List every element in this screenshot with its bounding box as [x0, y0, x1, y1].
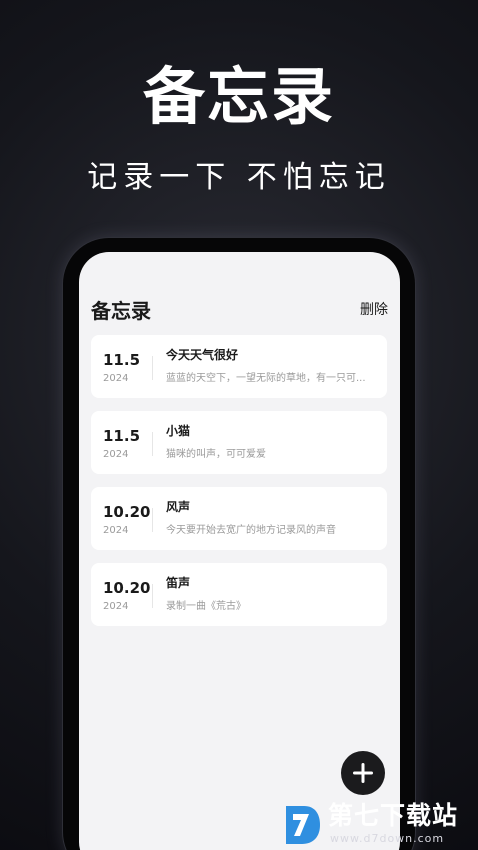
memo-divider	[152, 508, 153, 532]
memo-date: 10.20 2024	[103, 503, 155, 537]
memo-year: 2024	[103, 449, 129, 460]
app-header: 备忘录 删除	[91, 296, 388, 323]
memo-body: 今天天气很好 蓝蓝的天空下，一望无际的草地，有一只可...	[166, 347, 380, 385]
memo-day: 10.20	[103, 579, 151, 597]
memo-card[interactable]: 10.20 2024 笛声 录制一曲《荒古》	[91, 563, 387, 626]
promo-subtitle: 记录一下 不怕忘记	[87, 160, 391, 195]
memo-card[interactable]: 11.5 2024 小猫 猫咪的叫声，可可爱爱	[91, 411, 387, 474]
memo-preview: 今天要开始去宽广的地方记录风的声音	[166, 525, 336, 536]
d7-logo-icon	[286, 806, 320, 844]
memo-year: 2024	[103, 525, 129, 536]
delete-button[interactable]: 删除	[360, 299, 388, 319]
memo-year: 2024	[103, 601, 129, 612]
memo-divider	[152, 432, 153, 456]
memo-title: 小猫	[166, 424, 191, 438]
memo-list: 11.5 2024 今天天气很好 蓝蓝的天空下，一望无际的草地，有一只可... …	[91, 335, 387, 639]
promo-page: 备忘录 记录一下 不怕忘记 备忘录 删除 11.5 2024 今天天气很好 蓝蓝…	[0, 0, 478, 850]
memo-year: 2024	[103, 373, 129, 384]
add-memo-button[interactable]	[341, 751, 385, 795]
memo-title: 笛声	[166, 576, 191, 590]
plus-icon	[353, 763, 373, 783]
memo-day: 11.5	[103, 427, 141, 445]
memo-divider	[152, 356, 153, 380]
watermark-name: 第七下载站	[328, 801, 459, 830]
memo-card[interactable]: 11.5 2024 今天天气很好 蓝蓝的天空下，一望无际的草地，有一只可...	[91, 335, 387, 398]
memo-body: 风声 今天要开始去宽广的地方记录风的声音	[166, 499, 380, 537]
memo-preview: 蓝蓝的天空下，一望无际的草地，有一只可...	[166, 373, 366, 384]
memo-card[interactable]: 10.20 2024 风声 今天要开始去宽广的地方记录风的声音	[91, 487, 387, 550]
memo-preview: 录制一曲《荒古》	[166, 601, 246, 612]
phone-screen: 备忘录 删除 11.5 2024 今天天气很好 蓝蓝的天空下，一望无际的草地，有…	[79, 252, 400, 850]
memo-divider	[152, 584, 153, 608]
memo-title: 风声	[166, 500, 191, 514]
memo-title: 今天天气很好	[166, 348, 239, 362]
memo-date: 10.20 2024	[103, 579, 155, 613]
memo-date: 11.5 2024	[103, 351, 155, 385]
app-title: 备忘录	[91, 298, 151, 323]
watermark-url: www.d7down.com	[330, 832, 445, 845]
memo-date: 11.5 2024	[103, 427, 155, 461]
memo-preview: 猫咪的叫声，可可爱爱	[166, 449, 266, 460]
memo-day: 11.5	[103, 351, 141, 369]
memo-body: 小猫 猫咪的叫声，可可爱爱	[166, 423, 380, 461]
memo-day: 10.20	[103, 503, 151, 521]
promo-title: 备忘录	[142, 60, 335, 133]
watermark: 第七下载站 www.d7down.com	[282, 800, 478, 850]
memo-body: 笛声 录制一曲《荒古》	[166, 575, 380, 613]
